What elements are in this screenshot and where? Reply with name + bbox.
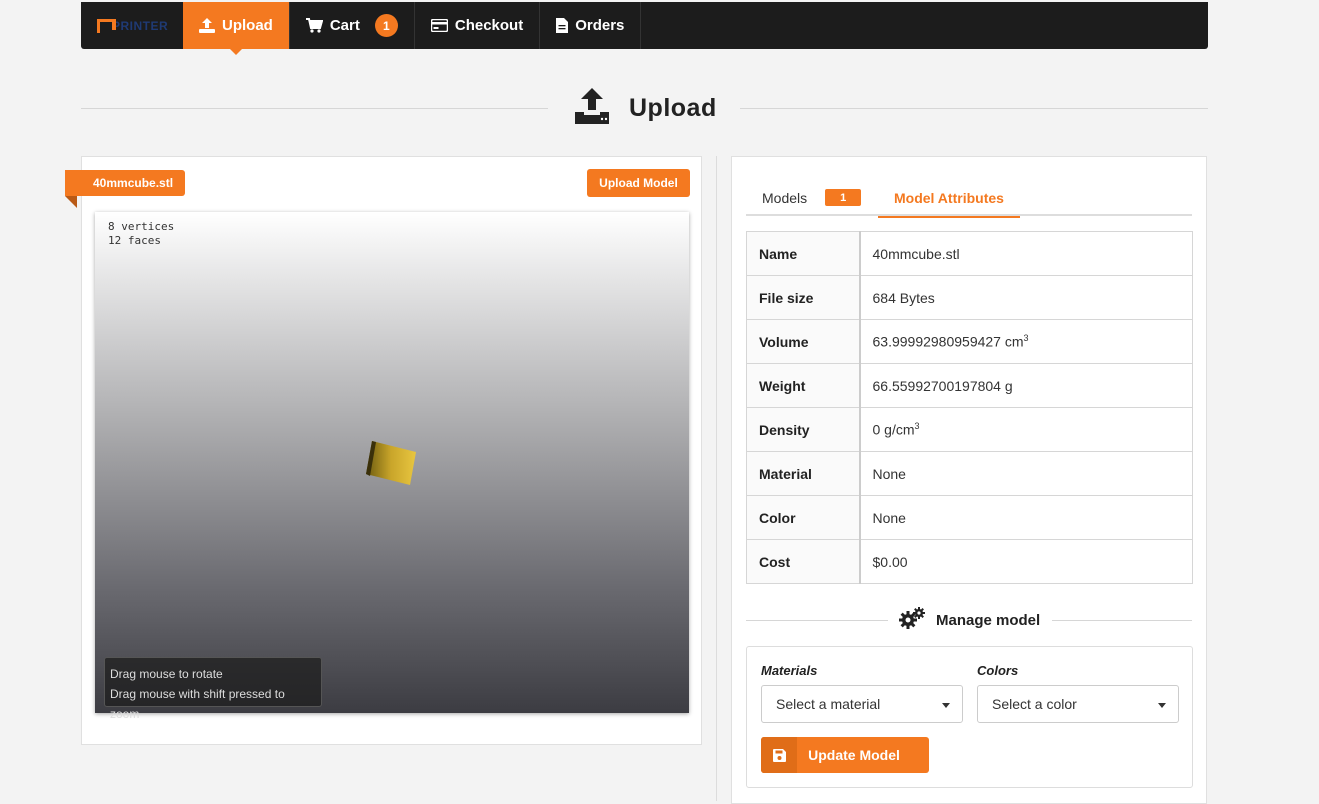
- update-model-button[interactable]: Update Model: [761, 737, 929, 773]
- title-divider-left: [81, 108, 548, 109]
- attr-value: 0 g/cm3: [859, 407, 1193, 452]
- viewer-help-tooltip: Drag mouse to rotate Drag mouse with shi…: [104, 657, 322, 721]
- credit-card-icon: [430, 19, 448, 32]
- attr-key: Color: [746, 495, 861, 540]
- manage-divider-right: [1052, 620, 1192, 621]
- attr-value: 40mmcube.stl: [859, 231, 1193, 276]
- table-row: File size 684 Bytes: [746, 275, 1193, 320]
- attr-value: None: [859, 451, 1193, 496]
- brand-name: PRINTER: [112, 18, 169, 33]
- attributes-table: Name 40mmcube.stl File size 684 Bytes Volu…: [746, 231, 1193, 584]
- 3d-viewer-canvas[interactable]: 8 vertices 12 faces Drag mouse to rotate…: [95, 212, 689, 721]
- brand-mark-icon: [97, 18, 116, 33]
- page-title-text: Upload: [629, 94, 717, 122]
- nav-item-label: Upload: [222, 17, 273, 34]
- panel-divider: [716, 156, 717, 801]
- document-icon: [556, 18, 569, 33]
- models-count-badge: 1: [825, 189, 862, 206]
- attr-key: Volume: [746, 319, 861, 364]
- material-select[interactable]: Select a material: [761, 685, 963, 723]
- table-row: Weight 66.55992700197804 g: [746, 363, 1193, 408]
- tab-models[interactable]: Models 1: [746, 179, 878, 216]
- attr-key: File size: [746, 275, 861, 320]
- attr-value: 63.99992980959427 cm3: [859, 319, 1193, 364]
- attr-value: 66.55992700197804 g: [859, 363, 1193, 408]
- table-row: Volume 63.99992980959427 cm3: [746, 319, 1193, 364]
- table-row: Density 0 g/cm3: [746, 407, 1193, 452]
- nav-item-checkout[interactable]: Checkout: [415, 2, 541, 49]
- brand-logo[interactable]: PRINTER: [81, 2, 183, 49]
- manage-model-header: Manage model: [746, 605, 1192, 635]
- tab-model-attributes[interactable]: Model Attributes: [878, 179, 1020, 218]
- cart-count-badge: 1: [374, 14, 398, 37]
- manage-divider-left: [746, 620, 888, 621]
- page-title: Upload: [573, 88, 717, 129]
- model-cube: [366, 441, 416, 485]
- gears-icon: [898, 607, 926, 633]
- nav-item-label: Checkout: [454, 17, 524, 34]
- attr-value: $0.00: [859, 539, 1193, 584]
- nav-item-orders[interactable]: Orders: [540, 2, 642, 49]
- table-row: Material None: [746, 451, 1193, 496]
- colors-label: Colors: [977, 663, 1019, 678]
- nav-item-label: Cart: [329, 17, 360, 34]
- color-select-value: Select a color: [992, 696, 1077, 712]
- caret-down-icon: [1158, 703, 1166, 708]
- model-details-panel: Models 1 Model Attributes Name 40mmcube.s…: [731, 156, 1207, 804]
- help-zoom: Drag mouse with shift pressed to zoom: [110, 687, 285, 721]
- attr-key: Material: [746, 451, 861, 496]
- upload-tray-icon: [573, 88, 611, 129]
- mesh-stats: 8 vertices 12 faces: [108, 220, 174, 248]
- face-count: 12 faces: [108, 234, 161, 247]
- manage-model-form: Materials Select a material Colors Selec…: [746, 646, 1193, 788]
- manage-model-title: Manage model: [898, 607, 1040, 633]
- attr-key: Weight: [746, 363, 861, 408]
- title-divider-right: [740, 108, 1208, 109]
- material-select-value: Select a material: [776, 696, 881, 712]
- help-rotate: Drag mouse to rotate: [110, 667, 223, 681]
- tab-label: Models: [762, 189, 808, 206]
- color-select[interactable]: Select a color: [977, 685, 1179, 723]
- nav-item-cart[interactable]: Cart 1: [290, 2, 415, 49]
- save-icon: [761, 737, 797, 773]
- cart-icon: [305, 18, 323, 33]
- nav-item-label: Orders: [575, 17, 625, 34]
- nav-item-upload[interactable]: Upload: [183, 2, 290, 55]
- update-model-label: Update Model: [808, 747, 900, 763]
- attr-key: Cost: [746, 539, 861, 584]
- file-name-ribbon: 40mmcube.stl: [65, 170, 185, 208]
- table-row: Cost $0.00: [746, 539, 1193, 584]
- upload-model-button[interactable]: Upload Model: [587, 169, 690, 197]
- table-row: Name 40mmcube.stl: [746, 231, 1193, 276]
- attr-value: 684 Bytes: [859, 275, 1193, 320]
- caret-down-icon: [942, 703, 950, 708]
- materials-label: Materials: [761, 663, 818, 678]
- details-tabs: Models 1 Model Attributes: [746, 179, 1192, 218]
- attr-value: None: [859, 495, 1193, 540]
- navbar: PRINTER Upload Cart 1 Checkout Orders: [81, 2, 1208, 55]
- attr-key: Density: [746, 407, 861, 452]
- table-row: Color None: [746, 495, 1193, 540]
- attr-key: Name: [746, 231, 861, 276]
- tab-label: Model Attributes: [894, 189, 1004, 206]
- model-viewer-panel: 40mmcube.stl Upload Model 8 vertices 12 …: [65, 156, 702, 745]
- vertex-count: 8 vertices: [108, 220, 175, 233]
- upload-icon: [199, 18, 215, 33]
- manage-model-label: Manage model: [936, 611, 1041, 629]
